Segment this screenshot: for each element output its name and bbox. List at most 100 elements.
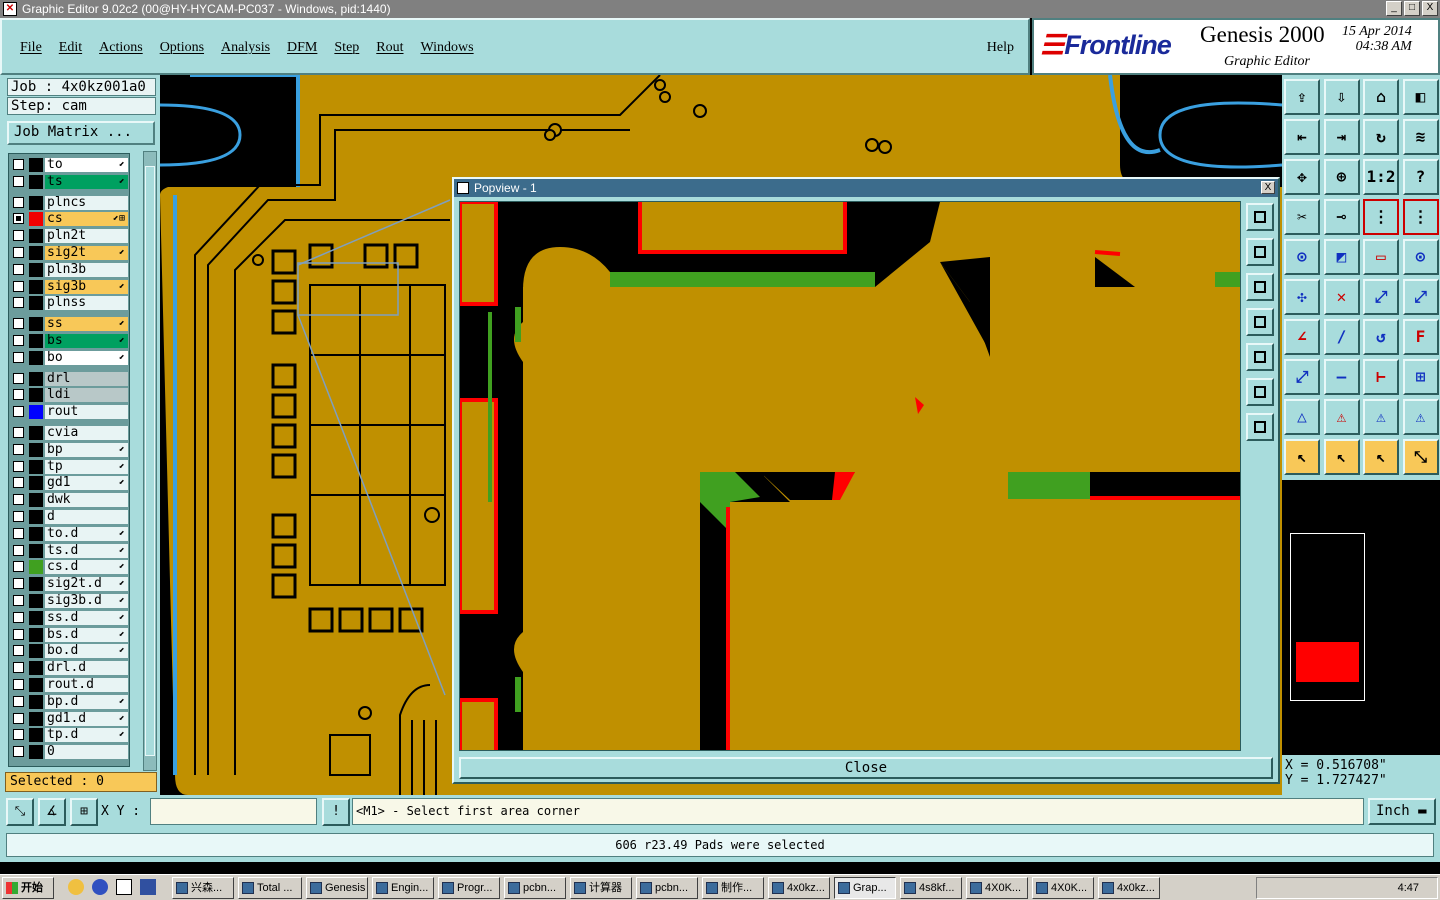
layer-name[interactable]: cs.d ⬋	[45, 560, 128, 575]
layer-checkbox[interactable]	[13, 662, 24, 674]
layer-name[interactable]: to.d ⬋	[45, 526, 128, 541]
tool-button-7[interactable]: ↻	[1363, 119, 1399, 155]
tool-button-5[interactable]: ⇤	[1284, 119, 1320, 155]
popview-fit-button[interactable]	[1246, 378, 1274, 406]
start-button[interactable]: 开始	[2, 877, 54, 899]
popview-center-button[interactable]	[1246, 413, 1274, 441]
tool-button-31[interactable]: ⊢	[1363, 359, 1399, 395]
tool-button-18[interactable]: ◩	[1323, 239, 1360, 275]
tool-button-34[interactable]: ⚠	[1323, 399, 1360, 435]
layer-name[interactable]: cs ⬋⊞	[45, 212, 128, 227]
window-title-bar[interactable]: ✕ Graphic Editor 9.02c2 (00@HY-HYCAM-PC0…	[0, 0, 1440, 18]
layer-row-pln3b[interactable]: pln3b	[11, 262, 128, 277]
layer-checkbox[interactable]	[13, 494, 24, 506]
taskbar-item[interactable]: 4x0kz...	[1098, 877, 1160, 899]
layer-row-ts-d[interactable]: ts.d ⬋	[11, 543, 128, 558]
menu-dfm[interactable]: DFM	[287, 40, 317, 56]
measure-icon[interactable]: ∡	[38, 798, 66, 826]
tool-button-4[interactable]: ◧	[1402, 79, 1439, 115]
layer-checkbox[interactable]	[13, 611, 24, 623]
popview-zoom-home-button[interactable]	[1246, 203, 1274, 231]
tool-button-36[interactable]: ⚠	[1402, 399, 1439, 435]
taskbar-item[interactable]: 制作...	[702, 877, 764, 899]
minimize-button[interactable]: _	[1386, 1, 1402, 16]
layer-row-d[interactable]: d	[11, 510, 128, 524]
taskbar-item[interactable]: pcbn...	[636, 877, 698, 899]
menu-windows[interactable]: Windows	[421, 40, 474, 56]
layer-row-ldi[interactable]: ldi	[11, 388, 128, 403]
layer-checkbox[interactable]	[13, 213, 24, 225]
layer-checkbox[interactable]	[13, 247, 24, 258]
save-icon[interactable]	[140, 879, 156, 895]
close-window-button[interactable]: X	[1422, 1, 1438, 16]
layer-checkbox[interactable]	[13, 746, 24, 758]
layer-scrollbar[interactable]	[143, 151, 157, 771]
tool-button-10[interactable]: ⊕	[1323, 159, 1360, 195]
layer-name[interactable]: sig2t ⬋	[45, 246, 128, 260]
tool-button-27[interactable]: ↺	[1363, 319, 1399, 355]
units-select[interactable]: Inch ▬	[1368, 798, 1436, 825]
layer-row-cs[interactable]: cs ⬋⊞	[11, 212, 128, 227]
taskbar-item[interactable]: Grap...	[834, 877, 896, 899]
job-matrix-button[interactable]: Job Matrix ...	[7, 121, 155, 145]
menu-step[interactable]: Step	[334, 40, 359, 56]
tool-button-21[interactable]: ✣	[1284, 279, 1320, 315]
taskbar-item[interactable]: Genesis	[306, 877, 368, 899]
tool-button-25[interactable]: ∠	[1284, 319, 1320, 355]
tool-button-6[interactable]: ⇥	[1323, 119, 1360, 155]
layer-row-plnss[interactable]: plnss	[11, 296, 128, 311]
layer-row-cvia[interactable]: cvia	[11, 426, 128, 440]
layer-checkbox[interactable]	[13, 695, 24, 707]
layer-row-ts[interactable]: ts ⬋	[11, 174, 128, 189]
layer-name[interactable]: gd1 ⬋	[45, 476, 128, 491]
taskbar-item[interactable]: pcbn...	[504, 877, 566, 899]
layer-checkbox[interactable]	[13, 335, 24, 346]
taskbar-item[interactable]: 4X0K...	[966, 877, 1028, 899]
tool-button-35[interactable]: ⚠	[1363, 399, 1399, 435]
layer-name[interactable]: ss ⬋	[45, 317, 128, 332]
layer-row-bo[interactable]: bo ⬋	[11, 350, 128, 365]
tool-button-22[interactable]: ✕	[1323, 279, 1360, 315]
taskbar-item[interactable]: 4X0K...	[1032, 877, 1094, 899]
layer-name[interactable]: drl	[45, 371, 128, 386]
tool-button-3[interactable]: ⌂	[1363, 79, 1399, 115]
layer-checkbox[interactable]	[13, 679, 24, 690]
layer-name[interactable]: tp.d ⬋	[45, 728, 128, 743]
layer-checkbox[interactable]	[13, 159, 24, 170]
layer-checkbox[interactable]	[13, 729, 24, 741]
layer-row-drl[interactable]: drl	[11, 371, 128, 386]
layer-checkbox[interactable]	[13, 351, 24, 363]
layer-row-to-d[interactable]: to.d ⬋	[11, 526, 128, 541]
layer-checkbox[interactable]	[13, 511, 24, 522]
layer-row-bp[interactable]: bp ⬋	[11, 442, 128, 457]
maximize-button[interactable]: □	[1404, 1, 1420, 16]
popview-zoom-out-button[interactable]	[1246, 273, 1274, 301]
layer-name[interactable]: sig3b ⬋	[45, 279, 128, 294]
layer-name[interactable]: dwk	[45, 493, 128, 508]
popview-pan-right-button[interactable]	[1246, 343, 1274, 371]
layer-row-tp-d[interactable]: tp.d ⬋	[11, 728, 128, 743]
menu-rout[interactable]: Rout	[376, 40, 403, 56]
layer-row-tp[interactable]: tp ⬋	[11, 459, 128, 474]
layer-name[interactable]: tp ⬋	[45, 459, 128, 474]
menu-help[interactable]: Help	[987, 40, 1014, 56]
tool-button-9[interactable]: ✥	[1284, 159, 1320, 195]
layer-row-sig3b[interactable]: sig3b ⬋	[11, 279, 128, 294]
layer-checkbox[interactable]	[13, 196, 24, 208]
tool-button-32[interactable]: ⊞	[1402, 359, 1439, 395]
layer-row-pln2t[interactable]: pln2t	[11, 229, 128, 244]
tool-button-23[interactable]: ⤢	[1363, 279, 1399, 315]
tool-button-1[interactable]: ⇪	[1284, 79, 1320, 115]
tool-button-15[interactable]: ⋮	[1363, 199, 1399, 235]
layer-name[interactable]: bp ⬋	[45, 442, 128, 457]
tool-button-33[interactable]: △	[1284, 399, 1320, 435]
popview-close-x-button[interactable]: X	[1261, 181, 1275, 194]
xy-input[interactable]	[150, 798, 317, 825]
layer-row-0[interactable]: 0	[11, 745, 128, 760]
layer-checkbox[interactable]	[13, 443, 24, 455]
taskbar-item[interactable]: Engin...	[372, 877, 434, 899]
tool-button-13[interactable]: ✂	[1284, 199, 1320, 235]
layer-name[interactable]: ts.d ⬋	[45, 543, 128, 558]
taskbar-item[interactable]: Progr...	[438, 877, 500, 899]
layer-name[interactable]: bo ⬋	[45, 350, 128, 365]
